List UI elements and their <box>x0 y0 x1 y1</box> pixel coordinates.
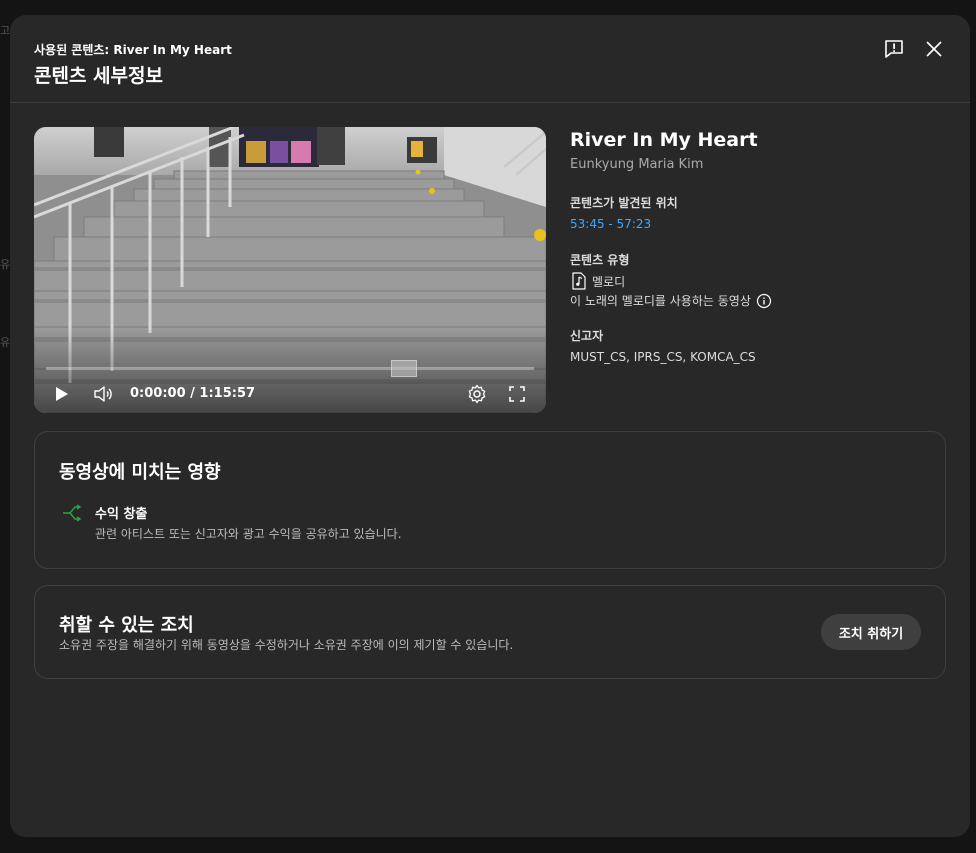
background-text: 유 <box>0 258 11 271</box>
volume-icon <box>94 386 112 402</box>
location-timestamp-link[interactable]: 53:45 - 57:23 <box>570 217 950 231</box>
content-type-value: 멜로디 <box>592 274 626 289</box>
report-button[interactable] <box>882 37 906 61</box>
claimant-label: 신고자 <box>570 329 604 343</box>
actions-card: 취할 수 있는 조치 소유권 주장을 해결하기 위해 동영상을 수정하거나 소유… <box>34 585 946 679</box>
video-player[interactable]: 0:00:00 / 1:15:57 <box>34 127 546 413</box>
content-type-label: 콘텐츠 유형 <box>570 253 630 267</box>
take-action-button[interactable]: 조치 취하기 <box>821 614 921 650</box>
actions-desc: 소유권 주장을 해결하기 위해 동영상을 수정하거나 소유권 주장에 이의 제기… <box>59 638 514 652</box>
actions-title: 취할 수 있는 조치 <box>59 615 194 636</box>
fullscreen-button[interactable] <box>506 383 528 405</box>
close-button[interactable] <box>922 37 946 61</box>
monetize-icon <box>63 504 82 522</box>
volume-button[interactable] <box>92 383 114 405</box>
song-title: River In My Heart <box>570 129 758 151</box>
info-icon[interactable] <box>756 293 772 309</box>
settings-icon <box>468 384 486 404</box>
artist-name: Eunkyung Maria Kim <box>570 157 704 172</box>
background-text: 유 <box>0 336 11 349</box>
content-details-dialog: 사용된 콘텐츠: River In My Heart 콘텐츠 세부정보 0:00… <box>10 15 970 837</box>
close-icon <box>926 41 942 57</box>
claimant-value: MUST_CS, IPRS_CS, KOMCA_CS <box>570 350 756 364</box>
location-label: 콘텐츠가 발견된 위치 <box>570 196 678 210</box>
dialog-header: 사용된 콘텐츠: River In My Heart 콘텐츠 세부정보 <box>10 15 970 103</box>
content-info: River In My Heart Eunkyung Maria Kim 콘텐츠… <box>570 129 950 364</box>
progress-bar[interactable] <box>46 367 534 370</box>
music-note-icon <box>572 272 586 290</box>
play-icon <box>56 387 68 401</box>
content-type-desc-row: 이 노래의 멜로디를 사용하는 동영상 <box>570 292 950 309</box>
time-display: 0:00:00 / 1:15:57 <box>130 386 256 401</box>
settings-button[interactable] <box>466 383 488 405</box>
impact-title: 동영상에 미치는 영향 <box>59 462 221 483</box>
dialog-subtitle: 사용된 콘텐츠: River In My Heart <box>34 43 232 57</box>
content-type-row: 멜로디 <box>570 272 950 290</box>
impact-item-title: 수익 창출 <box>95 507 148 522</box>
video-frame-stairs <box>34 127 546 413</box>
report-icon <box>885 40 903 58</box>
impact-card: 동영상에 미치는 영향 수익 창출 관련 아티스트 또는 신고자와 광고 수익을… <box>34 431 946 569</box>
fullscreen-icon <box>509 386 525 402</box>
content-segment-marker[interactable] <box>391 360 417 377</box>
content-type-desc: 이 노래의 멜로디를 사용하는 동영상 <box>570 294 751 308</box>
play-button[interactable] <box>50 383 72 405</box>
dialog-title: 콘텐츠 세부정보 <box>34 65 163 87</box>
impact-item-desc: 관련 아티스트 또는 신고자와 광고 수익을 공유하고 있습니다. <box>95 527 402 541</box>
